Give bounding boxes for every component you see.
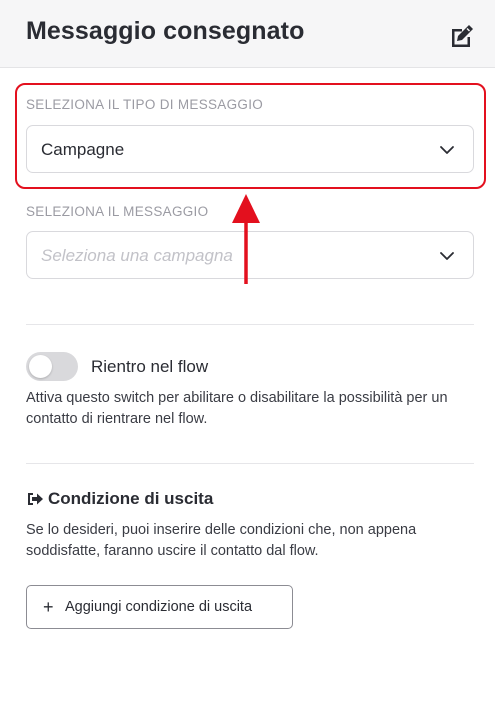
page-title: Messaggio consegnato — [26, 17, 305, 45]
reentry-label: Rientro nel flow — [91, 357, 209, 376]
toggle-knob — [29, 355, 52, 378]
reentry-help-text: Attiva questo switch per abilitare o dis… — [26, 390, 448, 427]
panel-header: Messaggio consegnato — [0, 0, 495, 68]
message-type-select[interactable]: Campagne — [26, 125, 474, 173]
sign-out-icon — [28, 493, 43, 505]
reentry-toggle[interactable] — [26, 352, 78, 381]
chevron-down-icon — [440, 252, 454, 260]
edit-icon[interactable] — [448, 22, 476, 50]
message-type-value: Campagne — [41, 140, 125, 159]
exit-condition-help-text: Se lo desideri, puoi inserire delle cond… — [26, 522, 417, 559]
add-exit-condition-label: Aggiungi condizione di uscita — [65, 599, 253, 615]
message-select-placeholder: Seleziona una campagna — [41, 246, 233, 265]
exit-condition-heading: Condizione di uscita — [26, 489, 213, 509]
chevron-down-icon — [440, 146, 454, 154]
exit-condition-title: Condizione di uscita — [48, 489, 214, 508]
add-exit-condition-button[interactable]: + Aggiungi condizione di uscita — [26, 585, 293, 629]
divider — [26, 324, 474, 325]
message-type-label: SELEZIONA IL TIPO DI MESSAGGIO — [26, 97, 264, 112]
message-select[interactable]: Seleziona una campagna — [26, 231, 474, 279]
plus-icon: + — [43, 597, 54, 617]
divider — [26, 463, 474, 464]
message-label: SELEZIONA IL MESSAGGIO — [26, 204, 209, 219]
